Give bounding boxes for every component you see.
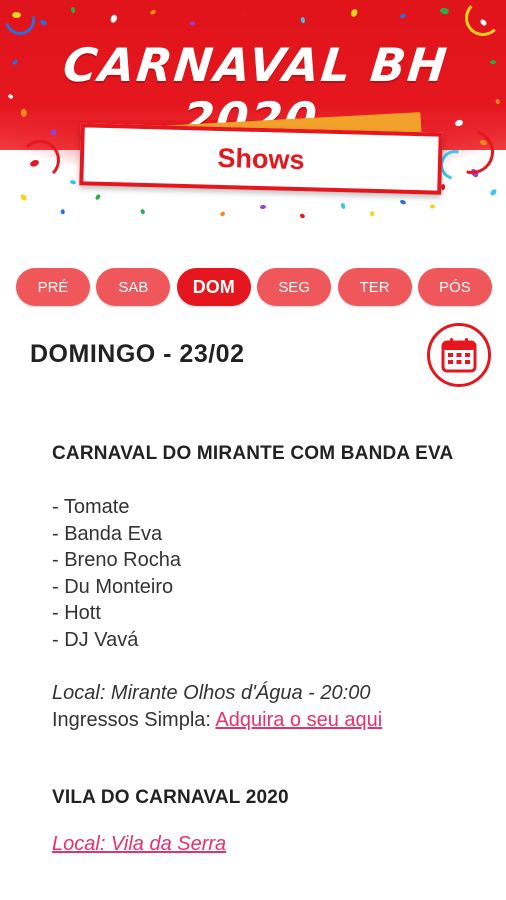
confetti-piece <box>69 179 77 185</box>
tab-ter[interactable]: TER <box>337 268 412 306</box>
event-title: CARNAVAL DO MIRANTE COM BANDA EVA <box>52 443 454 464</box>
confetti-piece <box>299 212 306 219</box>
event-location: Local: Vila da Serra <box>52 831 472 858</box>
confetti-piece <box>259 204 267 210</box>
tab-pre[interactable]: PRÉ <box>16 268 90 306</box>
day-heading: DOMINGO - 23/02 <box>30 340 245 368</box>
confetti-piece <box>180 198 186 206</box>
day-tabs: PRÉ SAB DOM SEG TER PÓS <box>16 268 492 306</box>
lineup-item: - Banda Eva <box>52 522 163 545</box>
confetti-piece <box>60 209 65 215</box>
location-link[interactable]: Local: Vila da Serra <box>52 833 226 855</box>
streamer-decoration <box>465 0 501 36</box>
confetti-piece <box>489 188 498 197</box>
calendar-icon <box>441 338 477 373</box>
confetti-piece <box>339 202 347 210</box>
event-location: Local: Mirante Olhos d'Água - 20:00 <box>52 681 371 704</box>
event-title: VILA DO CARNAVAL 2020 <box>52 786 289 808</box>
calendar-button[interactable] <box>427 323 491 387</box>
tab-pos[interactable]: PÓS <box>417 268 492 306</box>
lineup-item: - Du Monteiro <box>52 575 174 598</box>
header-banner: CARNAVAL BH 2020 Shows <box>0 0 506 230</box>
lineup-item: - Hott <box>52 602 101 625</box>
section-plate: Shows <box>79 123 443 195</box>
confetti-piece <box>139 208 146 215</box>
confetti-piece <box>19 193 28 202</box>
lineup-item: - Tomate <box>52 496 130 518</box>
tab-dom[interactable]: DOM <box>176 268 251 306</box>
confetti-piece <box>219 210 226 217</box>
lineup-item: - DJ Vavá <box>52 628 139 651</box>
shows-content: CARNAVAL DO MIRANTE COM BANDA EVA - Toma… <box>52 440 472 858</box>
section-title: Shows <box>217 142 305 175</box>
streamer-decoration <box>20 140 60 180</box>
lineup-list: - Tomate - Banda Eva - Breno Rocha - Du … <box>52 494 472 654</box>
tickets-label: Ingressos Simpla: <box>52 708 216 731</box>
tab-seg[interactable]: SEG <box>257 268 332 306</box>
confetti-piece <box>440 183 446 191</box>
tickets-line: Ingressos Simpla: Adquira o seu aqui <box>52 707 472 734</box>
tickets-link[interactable]: Adquira o seu aqui <box>215 709 382 731</box>
lineup-item: - Breno Rocha <box>52 549 181 572</box>
confetti-piece <box>429 204 436 209</box>
confetti-piece <box>370 210 375 217</box>
confetti-piece <box>399 198 407 206</box>
confetti-piece <box>94 193 102 201</box>
tab-sab[interactable]: SAB <box>96 268 171 306</box>
